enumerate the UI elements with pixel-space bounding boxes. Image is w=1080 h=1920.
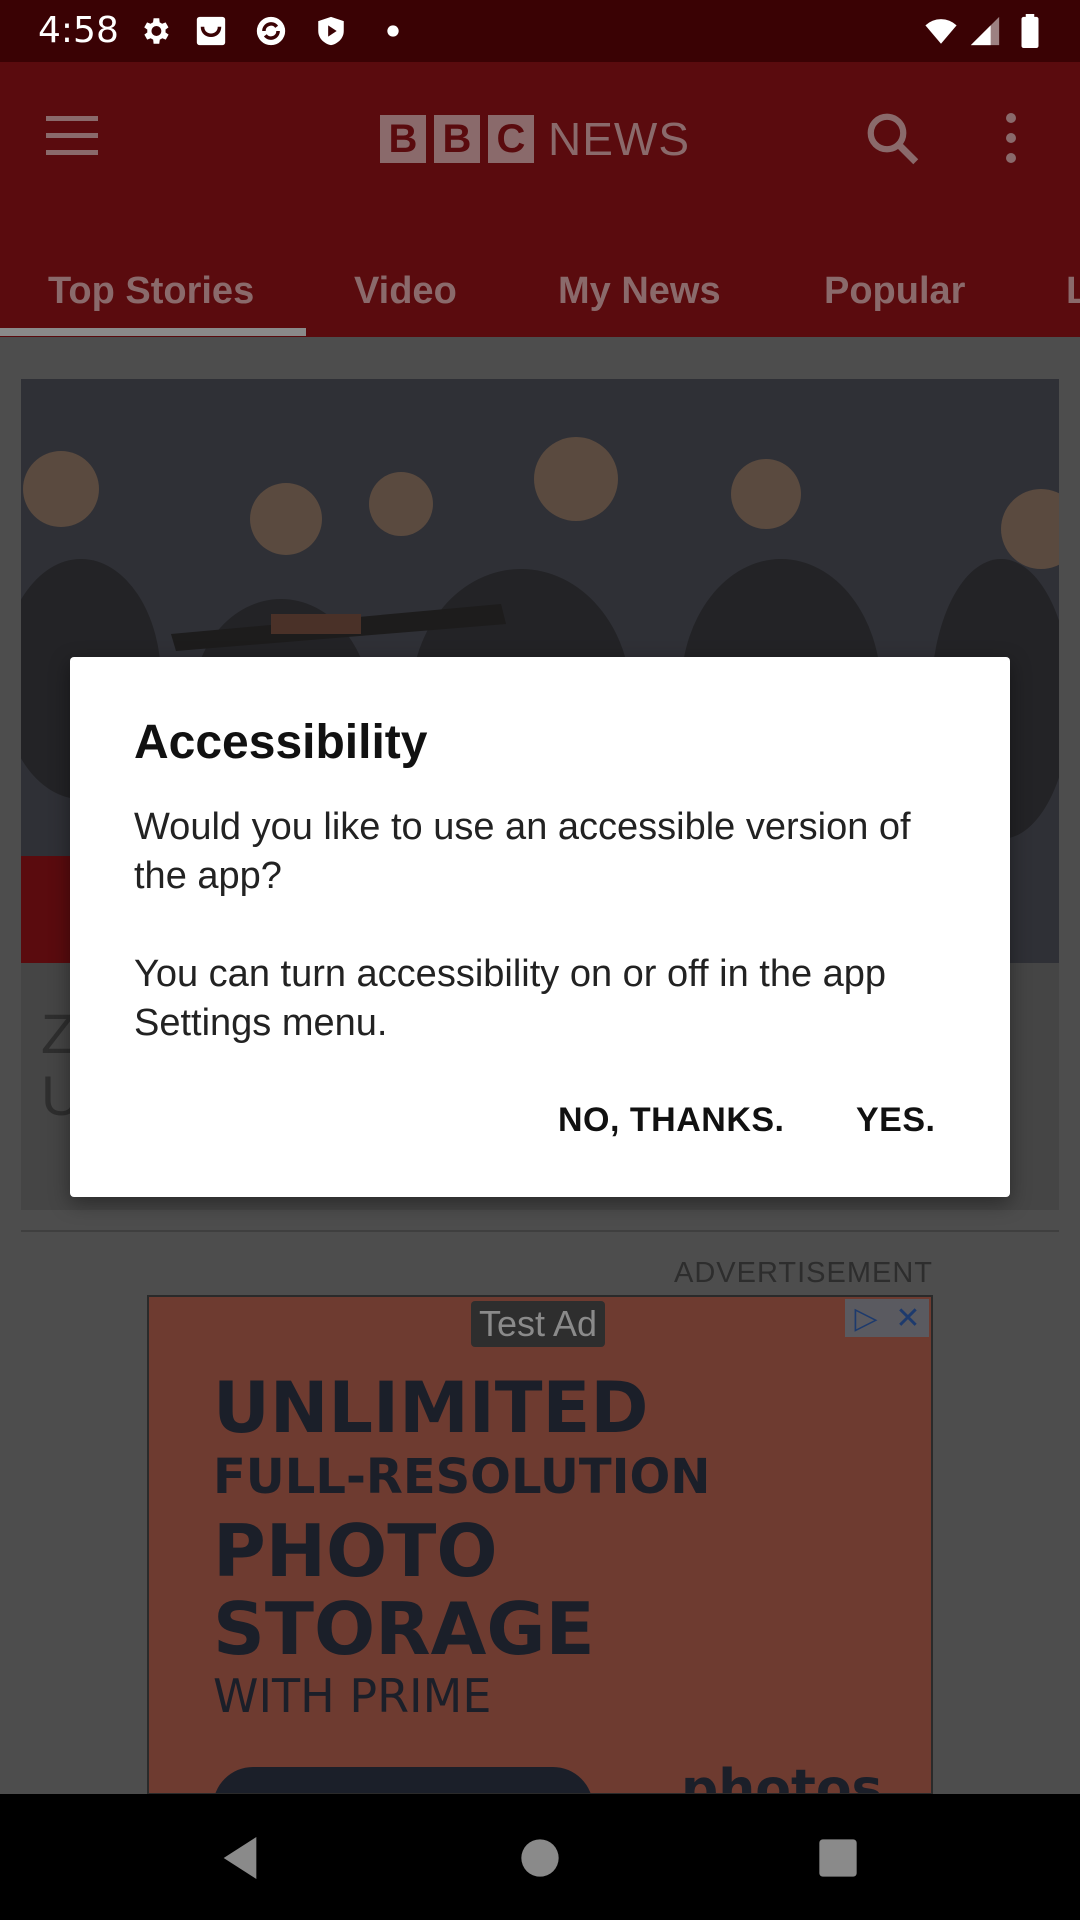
- bbc-news-logo: B B C NEWS: [380, 113, 690, 165]
- test-ad-badge: Test Ad: [471, 1301, 606, 1347]
- tab-popular[interactable]: Popular: [824, 270, 965, 313]
- logo-letter: C: [488, 115, 534, 163]
- tab-video[interactable]: Video: [354, 270, 457, 313]
- recents-icon[interactable]: [810, 1830, 866, 1886]
- dialog-paragraph: You can turn accessibility on or off in …: [134, 953, 887, 1044]
- dialog-paragraph: Would you like to use an accessible vers…: [134, 806, 911, 897]
- tab-bar: Top Stories Video My News Popular L: [0, 242, 1080, 337]
- ad-headline-line: WITH PRIME: [213, 1669, 492, 1723]
- tab-top-stories[interactable]: Top Stories: [48, 270, 254, 313]
- advertisement-label: ADVERTISEMENT: [673, 1257, 933, 1289]
- ad-headline-line: PHOTO: [213, 1509, 498, 1593]
- adchoices-icon[interactable]: ▷: [845, 1299, 887, 1337]
- back-icon[interactable]: [212, 1830, 268, 1886]
- no-thanks-button[interactable]: NO, THANKS.: [558, 1101, 785, 1140]
- ad-banner[interactable]: Test Ad ▷ ✕ UNLIMITED FULL-RESOLUTION PH…: [147, 1295, 933, 1795]
- logo-letter: B: [434, 115, 480, 163]
- divider: [21, 1230, 1059, 1232]
- signal-icon: [970, 16, 1000, 46]
- shield-play-icon: [318, 16, 344, 46]
- menu-icon[interactable]: [46, 116, 98, 160]
- more-vert-icon[interactable]: [996, 108, 1026, 168]
- ad-headline-line: STORAGE: [213, 1587, 595, 1671]
- ad-controls: ▷ ✕: [845, 1299, 929, 1337]
- status-bar: 4:58: [0, 0, 1080, 62]
- logo-word: NEWS: [548, 113, 690, 165]
- close-icon[interactable]: ✕: [887, 1299, 929, 1337]
- accessibility-dialog: Accessibility Would you like to use an a…: [70, 657, 1010, 1197]
- status-time: 4:58: [38, 10, 119, 51]
- tab-indicator: [0, 328, 306, 336]
- settings-icon: [144, 18, 169, 44]
- battery-icon: [1021, 14, 1039, 48]
- dialog-message: Would you like to use an accessible vers…: [134, 803, 954, 1097]
- dialog-title: Accessibility: [134, 716, 428, 769]
- ad-headline-line: UNLIMITED: [213, 1367, 649, 1449]
- logo-letter: B: [380, 115, 426, 163]
- ad-cta-button[interactable]: [213, 1767, 593, 1793]
- search-icon[interactable]: [862, 108, 922, 168]
- sync-icon: [256, 16, 286, 46]
- home-icon[interactable]: [512, 1830, 568, 1886]
- tab-partial[interactable]: L: [1066, 270, 1080, 313]
- dot-icon: [387, 25, 399, 37]
- ad-brand-text: photos: [681, 1759, 883, 1795]
- yes-button[interactable]: YES.: [856, 1101, 935, 1140]
- tab-my-news[interactable]: My News: [558, 270, 721, 313]
- app-bar: B B C NEWS Top Stories Video My News Pop…: [0, 62, 1080, 337]
- navigation-bar: [0, 1794, 1080, 1920]
- wifi-icon: [925, 19, 957, 44]
- ad-headline-line: FULL-RESOLUTION: [213, 1449, 711, 1505]
- inbox-icon: [196, 16, 226, 46]
